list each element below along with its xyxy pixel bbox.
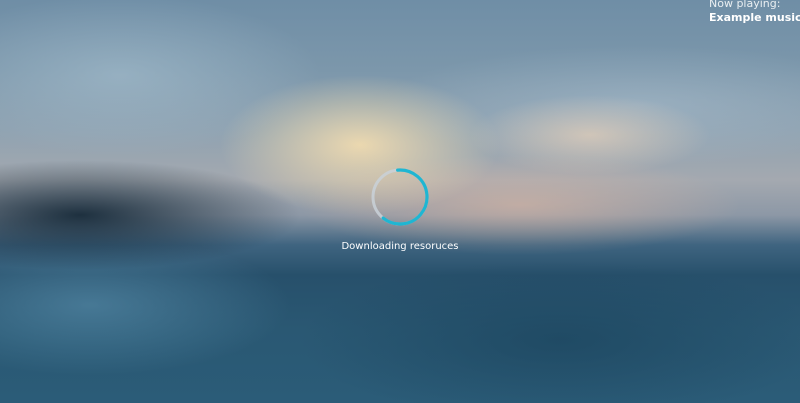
spinner-progress-arc	[371, 168, 429, 226]
now-playing-label: Now playing:	[709, 0, 781, 10]
now-playing-panel: Now playing: Example music track	[709, 0, 800, 25]
spinner-icon	[371, 168, 429, 226]
now-playing-track-title: Example music track	[709, 11, 800, 24]
loading-spinner	[369, 166, 431, 228]
loading-status-text: Downloading resoruces	[341, 241, 459, 252]
